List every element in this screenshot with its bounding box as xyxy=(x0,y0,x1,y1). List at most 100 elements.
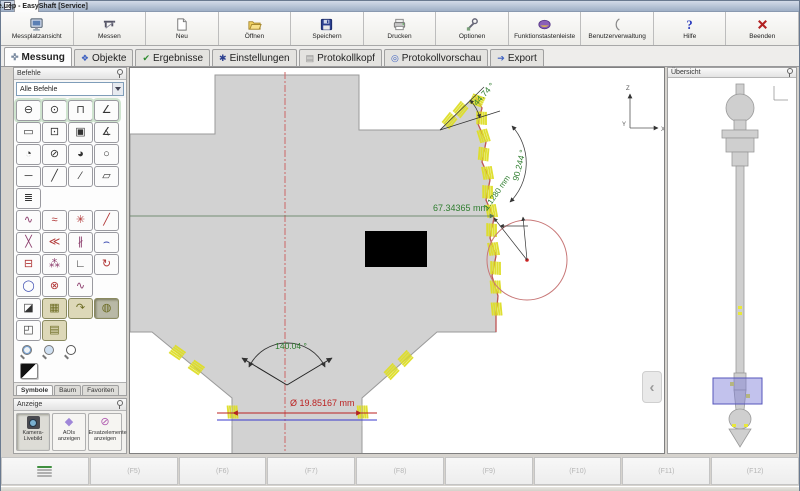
tab-icon: ➔ xyxy=(497,54,505,63)
overview-panel-header[interactable]: Übersicht xyxy=(668,68,796,78)
fkey-layers-button[interactable] xyxy=(1,457,89,485)
corner-axes-icon[interactable]: ∟ xyxy=(68,254,93,275)
fkey-button[interactable]: (F7) xyxy=(267,457,355,485)
shaft-overview-drawing[interactable] xyxy=(668,78,796,450)
fkey-button[interactable]: (F6) xyxy=(179,457,267,485)
open-folder-icon xyxy=(247,17,262,32)
ersatzelemente-anzeigen-button[interactable]: ⊘ Ersatzelemente anzeigen xyxy=(88,413,122,451)
parallel-slash-icon[interactable]: ∦ xyxy=(68,232,93,253)
tab-icon: ◎ xyxy=(391,54,399,63)
profile-zigzag-icon[interactable]: ≈ xyxy=(42,210,67,231)
sidebar-tab-favoriten[interactable]: Favoriten xyxy=(82,385,119,395)
tab-protokollvorschau[interactable]: ◎ Protokollvorschau xyxy=(384,49,488,66)
crossed-circle-icon[interactable]: ⊗ xyxy=(42,276,67,297)
scatter-icon[interactable]: ⁂ xyxy=(42,254,67,275)
circle-diameter-icon[interactable]: ◔ xyxy=(16,144,41,165)
chevron-down-icon[interactable] xyxy=(112,83,123,95)
tab-objekte[interactable]: ❖ Objekte xyxy=(74,49,134,66)
profile-wave-icon[interactable]: ∿ xyxy=(16,210,41,231)
command-filter-dropdown[interactable]: Alle Befehle xyxy=(16,82,124,96)
help-question-icon xyxy=(682,17,697,32)
measure-cone-angle-icon[interactable]: ∡ xyxy=(94,122,119,143)
mesh2-icon[interactable]: ▤ xyxy=(42,320,67,341)
list-lines-icon[interactable]: ≣ xyxy=(16,188,41,209)
circle-arc-icon[interactable]: ◕ xyxy=(68,144,93,165)
new-page-icon[interactable]: Neu xyxy=(146,12,219,45)
roundness-icon[interactable]: ◯ xyxy=(16,276,41,297)
tab-export[interactable]: ➔ Export xyxy=(490,49,543,66)
sidebar-tab-symbole[interactable]: Symbole xyxy=(16,385,53,395)
line-horizontal-icon[interactable]: ─ xyxy=(16,166,41,187)
help-question-icon[interactable]: Hilfe xyxy=(654,12,727,45)
caliper-icon[interactable]: Messen xyxy=(74,12,147,45)
monitor-icon[interactable]: Messplatzansicht xyxy=(1,12,74,45)
ring-icon[interactable]: ◍ xyxy=(94,298,119,319)
measure-angle-icon[interactable]: ∠ xyxy=(94,100,119,121)
fkey-button[interactable]: (F10) xyxy=(534,457,622,485)
circle-slash-icon[interactable]: ⊘ xyxy=(42,144,67,165)
curve-peak-icon[interactable]: ⌢ xyxy=(94,232,119,253)
fkey-button[interactable]: (F12) xyxy=(711,457,799,485)
fkey-button[interactable]: (F9) xyxy=(445,457,533,485)
open-folder-icon[interactable]: Öffnen xyxy=(219,12,292,45)
anzeige-panel-header[interactable]: Anzeige xyxy=(14,399,126,411)
measure-pos-x-icon[interactable]: ⊡ xyxy=(42,122,67,143)
crossing-lines-icon[interactable]: ╳ xyxy=(16,232,41,253)
line-dashed-icon[interactable]: ⁄ xyxy=(68,166,93,187)
contrast-view-icon[interactable] xyxy=(20,363,38,379)
circle-full-icon[interactable]: ○ xyxy=(94,144,119,165)
fan-lines-icon[interactable]: ≪ xyxy=(42,232,67,253)
zoom-out-icon[interactable] xyxy=(20,345,34,359)
slope-line-icon[interactable]: ╱ xyxy=(94,210,119,231)
tab-label: Export xyxy=(508,53,537,64)
zoom-fit-icon[interactable] xyxy=(42,345,56,359)
signal-icon[interactable]: ∿ xyxy=(68,276,93,297)
fkey-button[interactable]: (F8) xyxy=(356,457,444,485)
pin-icon[interactable] xyxy=(116,69,123,78)
viewport-selection-rect[interactable] xyxy=(713,378,762,404)
corner-fill-icon[interactable]: ◰ xyxy=(16,320,41,341)
fkey-button[interactable]: (F5) xyxy=(90,457,178,485)
title-bar: Demowelle.uep - EasyShaft [Service] xyxy=(1,1,799,12)
measure-rect-icon[interactable]: ▭ xyxy=(16,122,41,143)
kamera-livebild-button[interactable]: Kamera-Livebild xyxy=(16,413,50,451)
toolbar-button-label: Messen xyxy=(98,33,121,40)
zoom-window-icon[interactable] xyxy=(64,345,78,359)
pin-icon[interactable] xyxy=(116,400,123,409)
befehle-panel-header[interactable]: Befehle xyxy=(14,68,126,80)
rotation-icon[interactable]: ↻ xyxy=(94,254,119,275)
overview-panel: Übersicht xyxy=(667,67,797,454)
tab-protokollkopf[interactable]: ▤ Protokollkopf xyxy=(299,49,382,66)
gear-profile-icon[interactable]: ✳ xyxy=(68,210,93,231)
toolbar-button-label: Beenden xyxy=(749,33,775,40)
arc-arrow-icon[interactable]: ↷ xyxy=(68,298,93,319)
tab-messung[interactable]: ✜ Messung xyxy=(4,47,72,66)
left-sidebar: Befehle Alle Befehle ⊖ ⊙ ⊓ ∠ ▭ xyxy=(13,67,127,454)
sidebar-tab-baum[interactable]: Baum xyxy=(54,385,81,395)
user-management-icon[interactable]: Benutzerverwaltung xyxy=(581,12,654,45)
cylinder-icon[interactable]: ⊟ xyxy=(16,254,41,275)
options-wrench-icon[interactable]: Optionen xyxy=(436,12,509,45)
contrast-corner-icon[interactable]: ◪ xyxy=(16,298,41,319)
save-floppy-icon[interactable]: Speichern xyxy=(291,12,364,45)
fkey-button[interactable]: (F11) xyxy=(622,457,710,485)
printer-icon[interactable]: Drucken xyxy=(364,12,437,45)
measurement-canvas[interactable]: 67.34365 mm 1.1280 mm 44.74 ° 90.244 ° 1… xyxy=(129,67,665,454)
mesh-icon[interactable]: ▦ xyxy=(42,298,67,319)
function-keys-icon[interactable]: Funktionstastenleiste xyxy=(509,12,582,45)
mini-axis-icon xyxy=(774,86,788,100)
line-diagonal-icon[interactable]: ╱ xyxy=(42,166,67,187)
contour-skew-icon[interactable]: ▱ xyxy=(94,166,119,187)
collapse-panel-button[interactable]: ‹ xyxy=(642,371,662,403)
pin-icon[interactable] xyxy=(786,68,793,77)
measure-distance-icon[interactable]: ⊓ xyxy=(68,100,93,121)
toolbar-button-label: Funktionstastenleiste xyxy=(514,33,575,40)
measure-circle-icon[interactable]: ⊙ xyxy=(42,100,67,121)
exit-cross-icon[interactable]: Beenden xyxy=(726,12,799,45)
tab-einstellungen[interactable]: ✱ Einstellungen xyxy=(212,49,297,66)
tab-icon: ✜ xyxy=(11,53,19,62)
aois-anzeigen-button[interactable]: ◆ AOIs anzeigen xyxy=(52,413,86,451)
tab-ergebnisse[interactable]: ✔ Ergebnisse xyxy=(135,49,210,66)
measure-pos-z-icon[interactable]: ▣ xyxy=(68,122,93,143)
measure-width-icon[interactable]: ⊖ xyxy=(16,100,41,121)
